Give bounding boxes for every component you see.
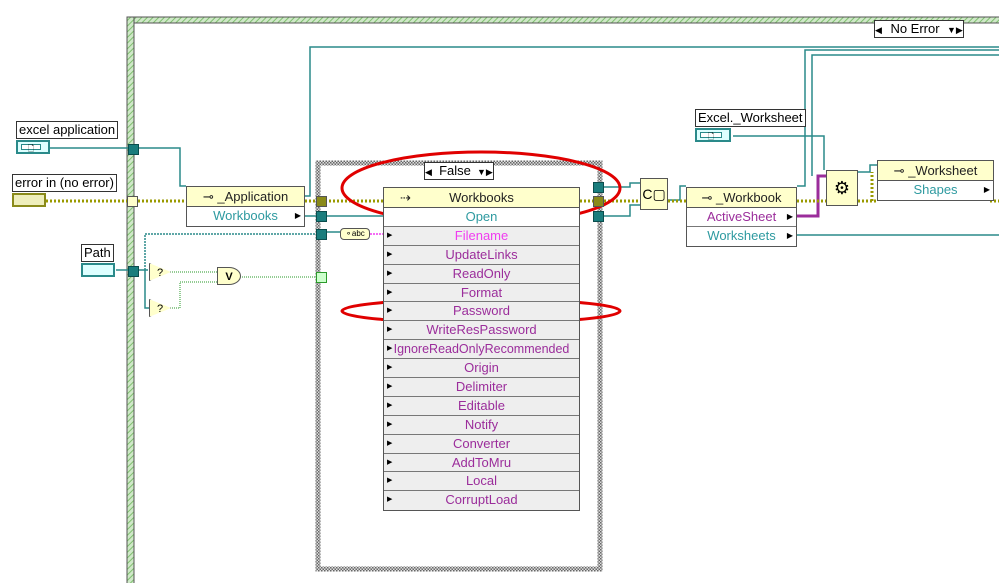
error-in-control[interactable] xyxy=(12,193,46,207)
param-local[interactable]: ▶ Local xyxy=(384,472,579,492)
invoke-arrow-icon: ⇢ xyxy=(400,190,411,205)
or-primitive[interactable]: V xyxy=(217,267,241,285)
param-updatelinks[interactable]: ▶ UpdateLinks xyxy=(384,245,579,265)
tunnel xyxy=(316,211,327,222)
param-corruptload[interactable]: ▶ CorruptLoad xyxy=(384,491,579,511)
outer-case-border-left xyxy=(126,16,135,583)
param-editable[interactable]: ▶ Editable xyxy=(384,396,579,416)
tunnel xyxy=(593,211,604,222)
method-open[interactable]: Open xyxy=(384,208,579,227)
param-readonly[interactable]: ▶ ReadOnly xyxy=(384,264,579,284)
param-ignorereadonlyrecommended[interactable]: ▶ IgnoreReadOnlyRecommended xyxy=(384,340,579,360)
dropdown-arrow-icon[interactable]: ▼▶ xyxy=(947,22,963,38)
excel-application-label: excel application xyxy=(16,121,119,139)
application-property-node[interactable]: ⊸ _Application Workbooks ▶ xyxy=(186,186,305,227)
path-label: Path xyxy=(81,244,114,262)
inner-case-selector[interactable]: ◀ False ▼▶ xyxy=(424,162,494,180)
property-key-icon: ⊸ xyxy=(893,163,909,178)
dropdown-arrow-icon[interactable]: ▼▶ xyxy=(477,164,493,180)
case-selector-terminal xyxy=(316,272,327,283)
variant-to-data-gear-icon[interactable]: ⚙ xyxy=(826,170,858,206)
param-writerespassword[interactable]: ▶ WriteResPassword xyxy=(384,321,579,341)
error-in-label: error in (no error) xyxy=(12,174,117,192)
excel-application-control[interactable]: 🗋 xyxy=(16,140,50,154)
property-key-icon: ⊸ xyxy=(701,190,716,205)
property-activesheet[interactable]: ActiveSheet ▶ xyxy=(687,208,796,227)
property-workbooks[interactable]: Workbooks ▶ xyxy=(187,207,304,226)
property-worksheets[interactable]: Worksheets ▶ xyxy=(687,227,796,246)
error-tunnel xyxy=(316,196,327,207)
tunnel xyxy=(593,182,604,193)
tunnel xyxy=(316,229,327,240)
param-origin[interactable]: ▶ Origin xyxy=(384,359,579,379)
property-shapes[interactable]: Shapes ▶ xyxy=(878,181,993,200)
decrement-arrow-icon[interactable]: ◀ xyxy=(875,22,883,38)
excel-worksheet-label: Excel._Worksheet xyxy=(695,109,806,127)
param-addtomru[interactable]: ▶ AddToMru xyxy=(384,453,579,473)
to-variant-icon[interactable]: ⚬abc xyxy=(340,228,370,240)
param-format[interactable]: ▶ Format xyxy=(384,283,579,303)
tunnel xyxy=(128,266,139,277)
error-tunnel xyxy=(127,196,138,207)
worksheet-property-node[interactable]: ⊸ _Worksheet Shapes ▶ xyxy=(877,160,994,201)
outer-case-selector[interactable]: ◀ No Error ▼▶ xyxy=(874,20,964,38)
decrement-arrow-icon[interactable]: ◀ xyxy=(425,164,433,180)
param-converter[interactable]: ▶ Converter xyxy=(384,434,579,454)
variant-to-data-icon[interactable]: C▢ xyxy=(640,178,668,210)
param-delimiter[interactable]: ▶ Delimiter xyxy=(384,378,579,397)
param-notify[interactable]: ▶ Notify xyxy=(384,415,579,435)
workbook-property-node[interactable]: ⊸ _Workbook ActiveSheet ▶ Worksheets ▶ xyxy=(686,187,797,247)
error-tunnel xyxy=(593,196,604,207)
excel-worksheet-constant[interactable]: 🗋 xyxy=(695,128,731,142)
path-control[interactable] xyxy=(81,263,115,277)
outer-case-border-top xyxy=(126,16,999,24)
tunnel xyxy=(128,144,139,155)
property-key-icon: ⊸ xyxy=(202,189,218,204)
param-filename[interactable]: ▶ Filename xyxy=(384,226,579,246)
param-password[interactable]: ▶ Password xyxy=(384,302,579,322)
workbooks-invoke-node[interactable]: ⇢ Workbooks Open ▶ Filename ▶ UpdateLinks ▶… xyxy=(383,187,580,512)
